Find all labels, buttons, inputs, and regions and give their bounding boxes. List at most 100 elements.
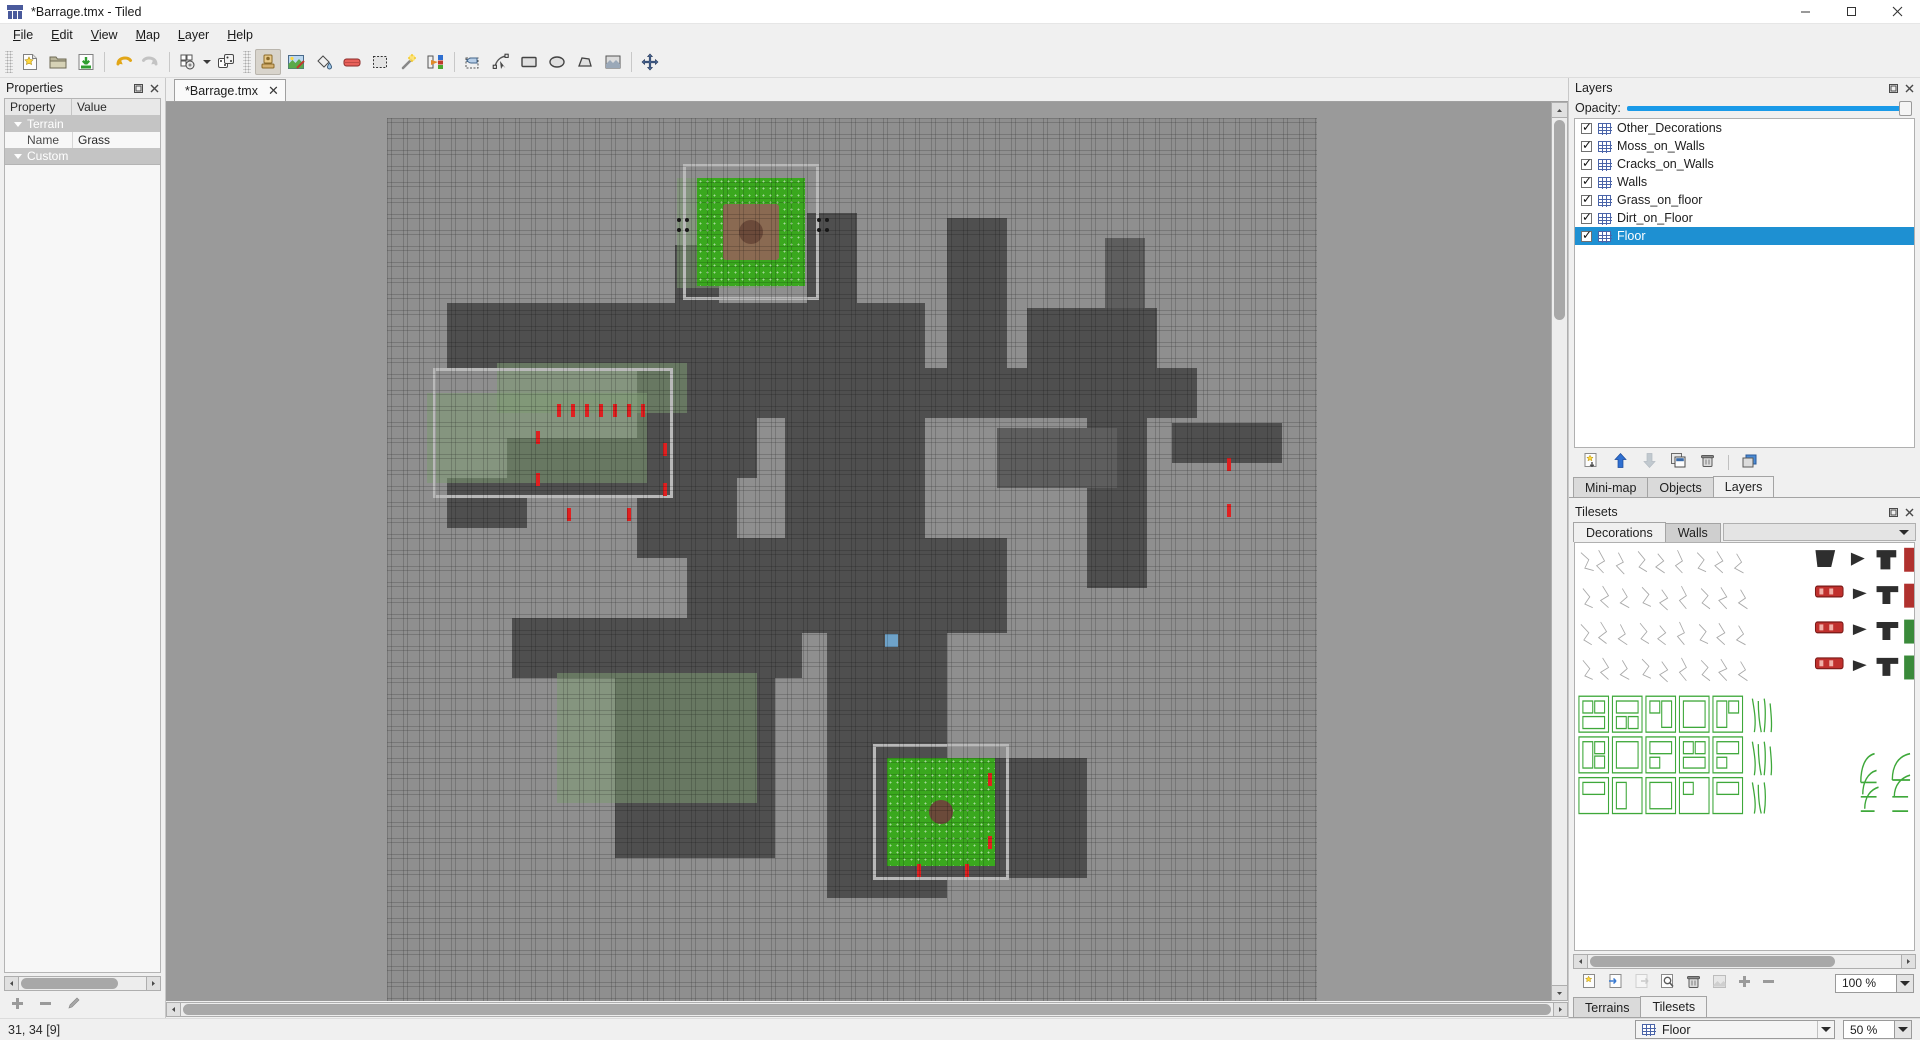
- canvas-hscroll-track[interactable]: [181, 1002, 1553, 1017]
- map-zoom-value[interactable]: 50 %: [1843, 1020, 1895, 1039]
- tileset-hscroll-thumb[interactable]: [1590, 956, 1835, 967]
- menu-help[interactable]: Help: [218, 26, 262, 44]
- map-canvas[interactable]: [166, 102, 1551, 1001]
- expand-triangle-icon-2[interactable]: [14, 153, 22, 159]
- current-layer-dropdown[interactable]: [1817, 1021, 1834, 1038]
- property-group-terrain[interactable]: Terrain: [5, 116, 160, 132]
- scroll-up-arrow-icon[interactable]: [1551, 102, 1568, 118]
- scroll-right-arrow-icon[interactable]: [146, 976, 161, 991]
- canvas-hscroll-thumb[interactable]: [183, 1004, 1551, 1015]
- tileset-zoom-out-button[interactable]: [1761, 974, 1776, 992]
- layer-visibility-checkbox[interactable]: [1581, 156, 1592, 170]
- insert-rectangle-button[interactable]: [516, 49, 542, 75]
- maximize-button[interactable]: [1828, 0, 1874, 24]
- column-header-property[interactable]: Property: [5, 99, 72, 115]
- properties-empty-area[interactable]: [4, 165, 161, 973]
- insert-tile-button[interactable]: [600, 49, 626, 75]
- layer-item-cracks-on-walls[interactable]: Cracks_on_Walls: [1575, 155, 1914, 173]
- terrain-brush-button[interactable]: [283, 49, 309, 75]
- layer-item-floor[interactable]: Floor: [1575, 227, 1914, 245]
- map-viewport[interactable]: [387, 118, 1317, 1001]
- layer-properties-button[interactable]: [1741, 452, 1758, 472]
- toolbar-grip-2[interactable]: [243, 50, 251, 73]
- tileset-view[interactable]: [1574, 542, 1915, 951]
- tileset-zoom-control[interactable]: 100 %: [1835, 973, 1914, 993]
- new-tileset-button[interactable]: [1581, 973, 1598, 993]
- column-header-value[interactable]: Value: [72, 99, 160, 115]
- edit-tileset-button[interactable]: [1659, 973, 1676, 993]
- canvas-scroll-left-icon[interactable]: [166, 1002, 181, 1017]
- layer-item-dirt-on-floor[interactable]: Dirt_on_Floor: [1575, 209, 1914, 227]
- properties-hscrollbar[interactable]: [4, 975, 161, 992]
- close-panel-icon[interactable]: [147, 81, 161, 95]
- tileset-zoom-dropdown[interactable]: [1897, 973, 1914, 993]
- tileset-tab-decorations[interactable]: Decorations: [1573, 522, 1666, 542]
- rectangle-select-button[interactable]: [367, 49, 393, 75]
- minimize-button[interactable]: [1782, 0, 1828, 24]
- properties-scroll-thumb[interactable]: [21, 978, 118, 989]
- magic-wand-button[interactable]: [395, 49, 421, 75]
- layer-visibility-checkbox[interactable]: [1581, 192, 1592, 206]
- layer-visibility-checkbox[interactable]: [1581, 138, 1592, 152]
- tab-tilesets[interactable]: Tilesets: [1640, 996, 1708, 1017]
- layer-item-walls[interactable]: Walls: [1575, 173, 1914, 191]
- scroll-down-arrow-icon[interactable]: [1551, 985, 1568, 1001]
- current-layer-combo[interactable]: Floor: [1635, 1020, 1835, 1039]
- add-property-button[interactable]: [10, 996, 25, 1014]
- duplicate-layer-button[interactable]: [1670, 452, 1687, 472]
- tileset-tab-overflow[interactable]: [1722, 523, 1916, 541]
- tilesets-close-panel-icon[interactable]: [1902, 505, 1916, 519]
- tileset-hscroll-track[interactable]: [1588, 954, 1901, 969]
- select-same-tile-button[interactable]: [423, 49, 449, 75]
- layer-visibility-checkbox[interactable]: [1581, 174, 1592, 188]
- new-layer-button[interactable]: [1583, 452, 1600, 472]
- tileset-zoom-value[interactable]: 100 %: [1835, 973, 1897, 993]
- float-panel-icon[interactable]: [131, 81, 145, 95]
- select-object-button[interactable]: [460, 49, 486, 75]
- property-row-name-value[interactable]: Grass: [72, 132, 160, 148]
- menu-file[interactable]: File: [4, 26, 42, 44]
- opacity-slider[interactable]: [1626, 100, 1912, 116]
- canvas-vscroll-thumb[interactable]: [1554, 120, 1565, 320]
- opacity-slider-knob[interactable]: [1899, 100, 1912, 116]
- move-layer-up-button[interactable]: [1612, 452, 1629, 472]
- tileset-hscrollbar[interactable]: [1573, 953, 1916, 970]
- pan-tool-button[interactable]: [637, 49, 663, 75]
- undo-button[interactable]: [110, 49, 136, 75]
- layers-close-panel-icon[interactable]: [1902, 81, 1916, 95]
- canvas-hscrollbar[interactable]: [166, 1001, 1568, 1018]
- tilesets-float-panel-icon[interactable]: [1886, 505, 1900, 519]
- properties-scroll-track[interactable]: [19, 976, 146, 991]
- tileset-scroll-right-icon[interactable]: [1901, 954, 1916, 969]
- scroll-left-arrow-icon[interactable]: [4, 976, 19, 991]
- tileset-scroll-left-icon[interactable]: [1573, 954, 1588, 969]
- layer-visibility-checkbox[interactable]: [1581, 228, 1592, 242]
- edit-polygons-button[interactable]: [488, 49, 514, 75]
- property-row-name[interactable]: Name Grass: [5, 132, 160, 148]
- close-tab-icon[interactable]: ✕: [268, 84, 279, 97]
- canvas-scroll-right-icon[interactable]: [1553, 1002, 1568, 1017]
- tab-terrains[interactable]: Terrains: [1573, 997, 1642, 1017]
- map-zoom-control[interactable]: 50 %: [1835, 1020, 1912, 1039]
- export-tileset-button[interactable]: [1633, 973, 1650, 993]
- remove-tileset-button[interactable]: [1685, 973, 1702, 993]
- layer-visibility-checkbox[interactable]: [1581, 120, 1592, 134]
- remove-property-button[interactable]: [38, 996, 53, 1014]
- canvas-vscrollbar[interactable]: [1551, 102, 1568, 1001]
- open-file-button[interactable]: [45, 49, 71, 75]
- redo-button[interactable]: [138, 49, 164, 75]
- bucket-fill-button[interactable]: [311, 49, 337, 75]
- toolbar-grip[interactable]: [5, 50, 13, 73]
- tab-objects[interactable]: Objects: [1647, 477, 1714, 497]
- save-file-button[interactable]: [73, 49, 99, 75]
- property-group-custom[interactable]: Custom Properties: [5, 148, 160, 164]
- map-zoom-dropdown[interactable]: [1895, 1020, 1912, 1039]
- menu-layer[interactable]: Layer: [169, 26, 218, 44]
- stamp-brush-button[interactable]: [255, 48, 281, 75]
- tab-layers[interactable]: Layers: [1712, 476, 1775, 497]
- tileset-dropdown-arrow[interactable]: [202, 49, 212, 75]
- tileset-properties-button[interactable]: [1711, 973, 1728, 993]
- delete-layer-button[interactable]: [1699, 452, 1716, 472]
- tileset-zoom-in-button[interactable]: [1737, 974, 1752, 992]
- layer-item-moss-on-walls[interactable]: Moss_on_Walls: [1575, 137, 1914, 155]
